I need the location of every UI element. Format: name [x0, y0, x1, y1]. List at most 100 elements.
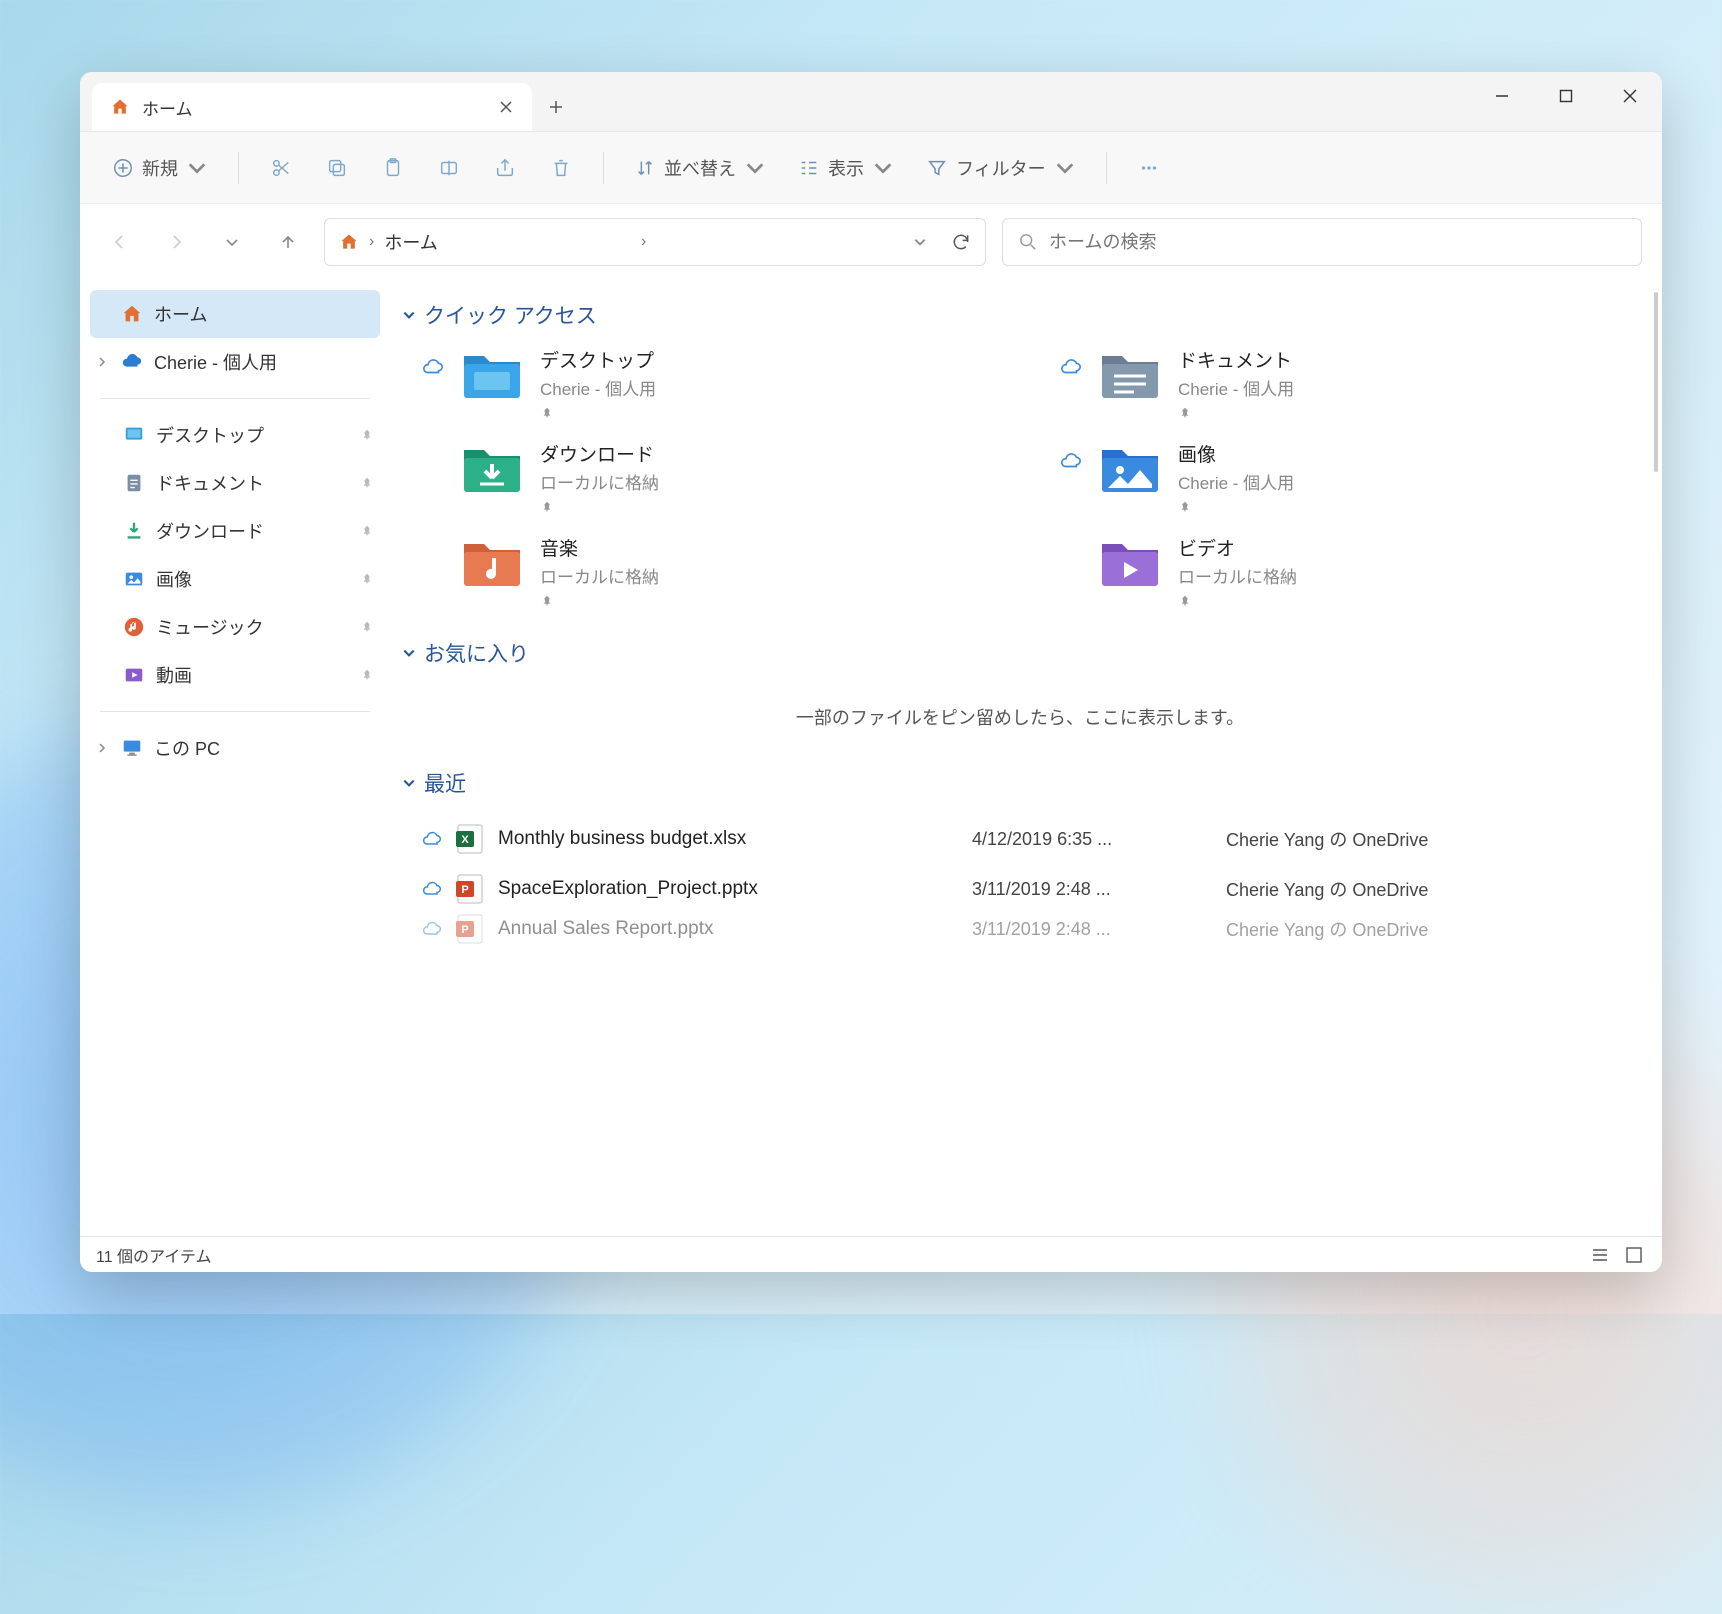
- recent-file[interactable]: P Annual Sales Report.pptx 3/11/2019 2:4…: [402, 914, 1638, 944]
- chevron-down-icon: [1054, 157, 1076, 179]
- file-explorer-window: ホーム 新規 並べ替え: [80, 72, 1662, 1272]
- section-quick-access[interactable]: クイック アクセス: [402, 300, 1638, 330]
- delete-button[interactable]: [537, 144, 585, 192]
- chevron-down-icon: [402, 646, 416, 660]
- download-icon: [123, 520, 145, 542]
- filter-button[interactable]: フィルター: [914, 147, 1088, 189]
- recent-locations-button[interactable]: [212, 222, 252, 262]
- forward-button[interactable]: [156, 222, 196, 262]
- sidebar-item-thispc[interactable]: この PC: [80, 724, 390, 772]
- svg-text:P: P: [461, 884, 468, 896]
- sidebar-item-home[interactable]: ホーム: [90, 290, 380, 338]
- qa-desktop[interactable]: デスクトップ Cherie - 個人用: [422, 346, 1000, 420]
- sidebar-item-pictures[interactable]: 画像: [80, 555, 390, 603]
- pin-icon: [540, 500, 554, 514]
- section-favorites[interactable]: お気に入り: [402, 638, 1638, 668]
- cut-button[interactable]: [257, 144, 305, 192]
- up-button[interactable]: [268, 222, 308, 262]
- icons-view-button[interactable]: [1622, 1243, 1646, 1267]
- chevron-down-icon: [186, 157, 208, 179]
- scissors-icon: [270, 157, 292, 179]
- sidebar-item-desktop[interactable]: デスクトップ: [80, 411, 390, 459]
- svg-text:P: P: [461, 924, 468, 936]
- new-tab-button[interactable]: [532, 83, 580, 131]
- chevron-right-icon: [96, 742, 108, 754]
- pin-icon: [1178, 406, 1192, 420]
- status-bar: 11 個のアイテム: [80, 1236, 1662, 1272]
- content-area: クイック アクセス デスクトップ Cherie - 個人用 ドキ: [390, 280, 1662, 1236]
- sidebar-item-onedrive[interactable]: Cherie - 個人用: [80, 338, 390, 386]
- qa-downloads[interactable]: ダウンロード ローカルに格納: [422, 440, 1000, 514]
- details-view-button[interactable]: [1588, 1243, 1612, 1267]
- folder-videos-icon: [1098, 534, 1162, 588]
- breadcrumb-sep: ›: [369, 233, 374, 251]
- cloud-icon: [1060, 356, 1082, 378]
- sidebar-item-videos[interactable]: 動画: [80, 651, 390, 699]
- copy-button[interactable]: [313, 144, 361, 192]
- paste-button[interactable]: [369, 144, 417, 192]
- recent-file[interactable]: P SpaceExploration_Project.pptx 3/11/201…: [402, 864, 1638, 914]
- rename-icon: [438, 157, 460, 179]
- picture-icon: [123, 568, 145, 590]
- minimize-button[interactable]: [1470, 72, 1534, 120]
- chevron-down-icon[interactable]: [913, 235, 927, 249]
- qa-music[interactable]: 音楽 ローカルに格納: [422, 534, 1000, 608]
- window-controls: [1470, 72, 1662, 120]
- chevron-down-icon: [402, 308, 416, 322]
- pin-icon: [360, 428, 374, 442]
- qa-videos[interactable]: ビデオ ローカルに格納: [1060, 534, 1638, 608]
- folder-downloads-icon: [460, 440, 524, 494]
- maximize-button[interactable]: [1534, 72, 1598, 120]
- share-icon: [494, 157, 516, 179]
- sort-button[interactable]: 並べ替え: [622, 147, 778, 189]
- svg-text:X: X: [461, 834, 469, 846]
- pin-icon: [1178, 500, 1192, 514]
- pin-icon: [360, 620, 374, 634]
- share-button[interactable]: [481, 144, 529, 192]
- cloud-icon: [422, 356, 444, 378]
- close-icon[interactable]: [498, 99, 514, 115]
- breadcrumb-sep: ›: [641, 233, 646, 251]
- back-button[interactable]: [100, 222, 140, 262]
- rename-button[interactable]: [425, 144, 473, 192]
- copy-icon: [326, 157, 348, 179]
- address-bar[interactable]: › ホーム ›: [324, 218, 986, 266]
- breadcrumb[interactable]: ホーム: [384, 229, 631, 255]
- qa-pictures[interactable]: 画像 Cherie - 個人用: [1060, 440, 1638, 514]
- refresh-icon[interactable]: [951, 232, 971, 252]
- sidebar-item-downloads[interactable]: ダウンロード: [80, 507, 390, 555]
- view-button[interactable]: 表示: [786, 147, 906, 189]
- new-button[interactable]: 新規: [100, 147, 220, 189]
- cloud-icon: [422, 879, 442, 899]
- folder-desktop-icon: [460, 346, 524, 400]
- more-button[interactable]: [1125, 144, 1173, 192]
- chevron-down-icon: [744, 157, 766, 179]
- qa-documents[interactable]: ドキュメント Cherie - 個人用: [1060, 346, 1638, 420]
- sidebar-item-documents[interactable]: ドキュメント: [80, 459, 390, 507]
- plus-circle-icon: [112, 157, 134, 179]
- search-icon: [1019, 233, 1037, 251]
- close-window-button[interactable]: [1598, 72, 1662, 120]
- cloud-icon: [422, 919, 442, 939]
- chevron-down-icon: [402, 776, 416, 790]
- search-bar[interactable]: [1002, 218, 1642, 266]
- tab-title: ホーム: [142, 95, 486, 120]
- trash-icon: [550, 157, 572, 179]
- scrollbar[interactable]: [1654, 292, 1658, 472]
- desktop-icon: [123, 424, 145, 446]
- pin-icon: [360, 668, 374, 682]
- item-count: 11 個のアイテム: [96, 1243, 211, 1267]
- pin-icon: [540, 594, 554, 608]
- filter-icon: [926, 157, 948, 179]
- recent-file[interactable]: X Monthly business budget.xlsx 4/12/2019…: [402, 814, 1638, 864]
- view-icon: [798, 157, 820, 179]
- section-recent[interactable]: 最近: [402, 768, 1638, 798]
- tab-home[interactable]: ホーム: [92, 83, 532, 131]
- sidebar-item-music[interactable]: ミュージック: [80, 603, 390, 651]
- search-input[interactable]: [1049, 232, 1625, 253]
- clipboard-icon: [382, 157, 404, 179]
- document-icon: [123, 472, 145, 494]
- home-icon: [121, 303, 143, 325]
- chevron-down-icon: [872, 157, 894, 179]
- navigation-bar: › ホーム ›: [80, 204, 1662, 280]
